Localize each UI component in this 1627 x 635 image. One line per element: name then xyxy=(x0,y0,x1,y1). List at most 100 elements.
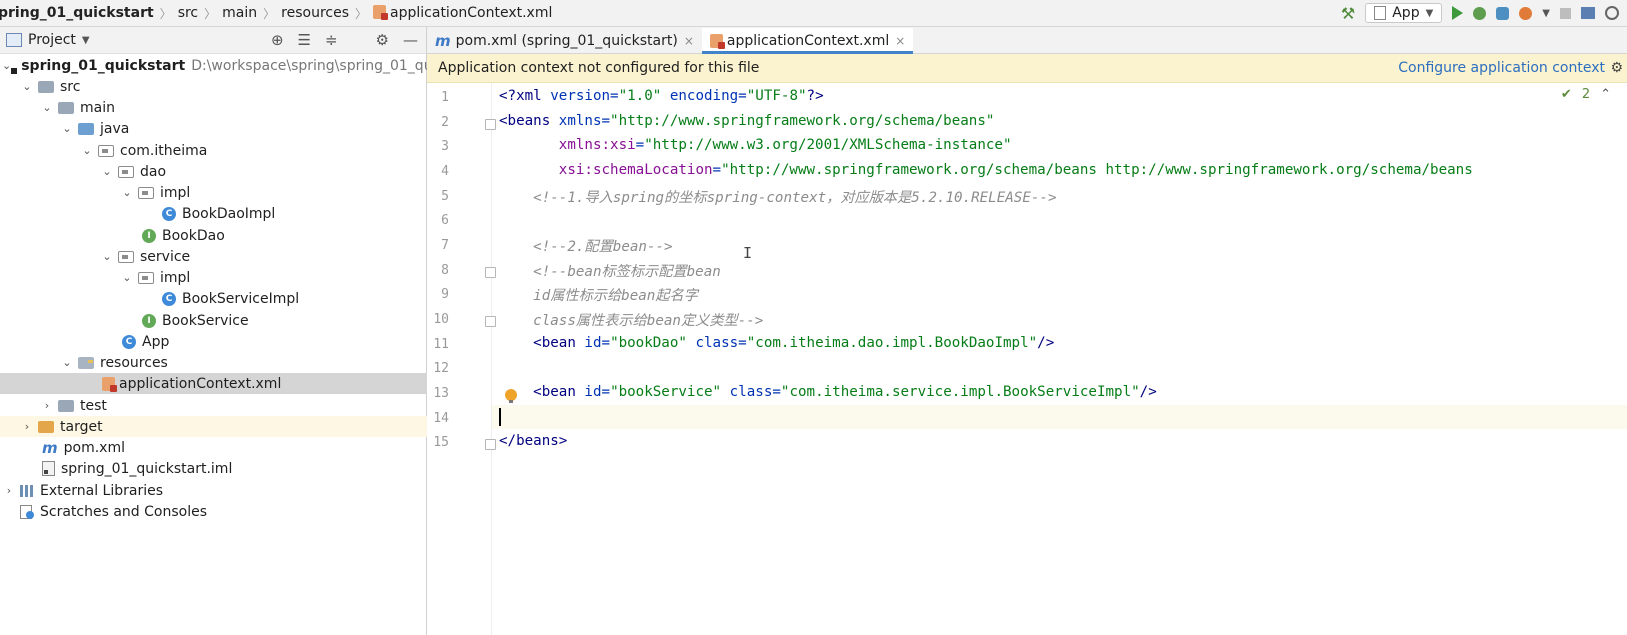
code-token: id= xyxy=(575,335,611,351)
code-token: "1.0" xyxy=(618,88,662,104)
fold-toggle-icon[interactable] xyxy=(485,267,496,278)
iml-file-icon xyxy=(42,461,55,476)
code-token: version= xyxy=(541,88,619,104)
chevron-right-icon[interactable]: › xyxy=(2,484,16,497)
chevron-down-icon[interactable]: ⌄ xyxy=(120,271,134,284)
tree-item-external-libraries[interactable]: › External Libraries xyxy=(0,480,428,501)
tree-item-label: impl xyxy=(160,269,191,286)
chevron-right-icon[interactable]: › xyxy=(20,420,34,433)
tree-item-src[interactable]: ⌄ src xyxy=(0,76,446,97)
code-line-8: <!--bean标签标示配置bean xyxy=(499,264,721,280)
interface-icon: I xyxy=(142,313,156,328)
package-icon xyxy=(138,271,154,284)
chevron-down-icon[interactable]: ⌄ xyxy=(120,186,134,199)
tree-item-project-root[interactable]: ⌄ spring_01_quickstart D:\workspace\spri… xyxy=(0,55,444,76)
tree-item-pom-xml[interactable]: m pom.xml xyxy=(0,437,450,458)
build-hammer-icon[interactable]: ⚒ xyxy=(1341,4,1355,23)
gear-icon[interactable]: ⚙ xyxy=(1610,60,1623,76)
tab-pom-xml[interactable]: m pom.xml (spring_01_quickstart) × xyxy=(427,28,702,53)
tree-item-label: dao xyxy=(140,163,167,180)
tree-item-target[interactable]: › target xyxy=(0,416,446,437)
chevron-up-icon[interactable]: ⌃ xyxy=(1600,87,1611,102)
line-number: 6 xyxy=(441,213,449,228)
breadcrumb-resources[interactable]: resources xyxy=(277,5,353,21)
line-number: 1 xyxy=(441,90,449,105)
chevron-down-icon[interactable]: ⌄ xyxy=(100,165,114,178)
configure-context-link[interactable]: Configure application context xyxy=(1398,60,1605,76)
tab-applicationcontext-xml[interactable]: applicationContext.xml × xyxy=(701,28,914,54)
code-line-9: id属性标示给bean起名字 xyxy=(499,288,698,304)
profiler-icon[interactable] xyxy=(1519,6,1533,20)
debug-icon[interactable] xyxy=(1473,6,1487,20)
tree-item-label: BookDao xyxy=(162,227,225,244)
chevron-right-icon[interactable]: › xyxy=(40,399,54,412)
maven-file-icon: m xyxy=(435,31,451,50)
fold-toggle-icon[interactable] xyxy=(485,439,496,450)
chevron-down-icon[interactable]: ⌄ xyxy=(40,101,54,114)
code-line-7: <!--2.配置bean--> xyxy=(499,239,673,255)
breadcrumb-src[interactable]: src xyxy=(174,5,202,21)
chevron-down-icon[interactable]: ⌄ xyxy=(80,144,94,157)
locate-target-icon[interactable]: ⊕ xyxy=(271,31,284,49)
project-structure-icon[interactable] xyxy=(1581,7,1595,19)
chevron-down-icon[interactable]: ⌄ xyxy=(100,250,114,263)
project-tool-window: Project ▼ ⊕ ☰ ≑ ⚙ — ⌄ spring_01_quicksta… xyxy=(0,27,510,635)
code-token: <? xyxy=(499,88,517,104)
collapse-all-icon[interactable]: ≑ xyxy=(325,31,338,49)
run-configuration-label: App xyxy=(1392,5,1420,21)
tree-item-label: App xyxy=(142,333,170,350)
close-icon[interactable]: × xyxy=(895,34,905,48)
folder-icon xyxy=(38,80,54,93)
code-token: "com.itheima.service.impl.BookServiceImp… xyxy=(780,384,1140,400)
fold-toggle-icon[interactable] xyxy=(485,316,496,327)
close-icon[interactable]: × xyxy=(684,34,694,48)
expand-all-icon[interactable]: ☰ xyxy=(298,31,311,49)
chevron-down-icon[interactable]: ⌄ xyxy=(20,80,34,93)
breadcrumb-file[interactable]: applicationContext.xml xyxy=(369,5,556,21)
tree-item-scratches[interactable]: Scratches and Consoles xyxy=(0,501,428,522)
inspection-widget[interactable]: ✔ 2 ⌃ xyxy=(1561,87,1611,102)
code-token: = xyxy=(635,137,645,153)
code-token: /> xyxy=(1139,384,1157,400)
minimize-icon[interactable]: — xyxy=(403,31,418,49)
line-number: 10 xyxy=(433,312,449,327)
code-token: "http://www.w3.org/2001/XMLSchema-instan… xyxy=(644,137,1012,153)
code-token: <bean xyxy=(533,335,576,351)
tree-item-label: src xyxy=(60,78,81,95)
class-icon: C xyxy=(162,291,176,306)
code-editor[interactable]: 1 2 3 4 5 6 7 8 9 10 11 12 13 14 15 ✔ 2 ⌃… xyxy=(427,83,1627,635)
tree-item-test[interactable]: › test xyxy=(0,395,466,416)
run-configuration-select[interactable]: App ▼ xyxy=(1365,3,1443,23)
main-class-icon: C xyxy=(122,334,136,349)
breadcrumb-project[interactable]: pring_01_quickstart xyxy=(0,5,158,21)
tree-item-iml[interactable]: spring_01_quickstart.iml xyxy=(0,458,450,479)
chevron-down-icon[interactable]: ⌄ xyxy=(60,122,74,135)
chevron-down-icon[interactable]: ▼ xyxy=(1542,8,1550,19)
coverage-icon[interactable] xyxy=(1496,6,1510,20)
chevron-down-icon[interactable]: ⌄ xyxy=(60,356,74,369)
code-line-4: xsi:schemaLocation="http://www.springfra… xyxy=(499,162,1473,178)
project-panel-title[interactable]: Project xyxy=(28,32,76,48)
text-caret xyxy=(499,408,501,426)
mouse-ibeam-cursor-icon: I xyxy=(743,244,753,262)
tree-item-java[interactable]: ⌄ java xyxy=(0,118,486,139)
gear-icon[interactable]: ⚙ xyxy=(376,31,389,49)
search-icon[interactable] xyxy=(1605,6,1619,20)
line-number: 7 xyxy=(441,238,449,253)
breadcrumb-main[interactable]: main xyxy=(218,5,261,21)
excluded-folder-icon xyxy=(38,420,54,433)
run-icon[interactable] xyxy=(1452,6,1464,20)
tree-item-resources[interactable]: ⌄ resources xyxy=(0,352,486,373)
fold-toggle-icon[interactable] xyxy=(485,119,496,130)
code-token: /> xyxy=(1037,335,1055,351)
stop-icon[interactable] xyxy=(1560,7,1571,19)
chevron-down-icon[interactable]: ⌄ xyxy=(2,59,11,72)
chevron-down-icon[interactable]: ▼ xyxy=(82,35,90,46)
tab-label: pom.xml (spring_01_quickstart) xyxy=(455,32,678,49)
line-number: 2 xyxy=(441,115,449,130)
tree-item-main[interactable]: ⌄ main xyxy=(0,97,466,118)
tree-item-label: External Libraries xyxy=(40,482,163,499)
code-line-2: <beans xmlns="http://www.springframework… xyxy=(499,113,994,129)
line-number: 14 xyxy=(433,411,449,426)
tree-item-label: java xyxy=(100,120,130,137)
